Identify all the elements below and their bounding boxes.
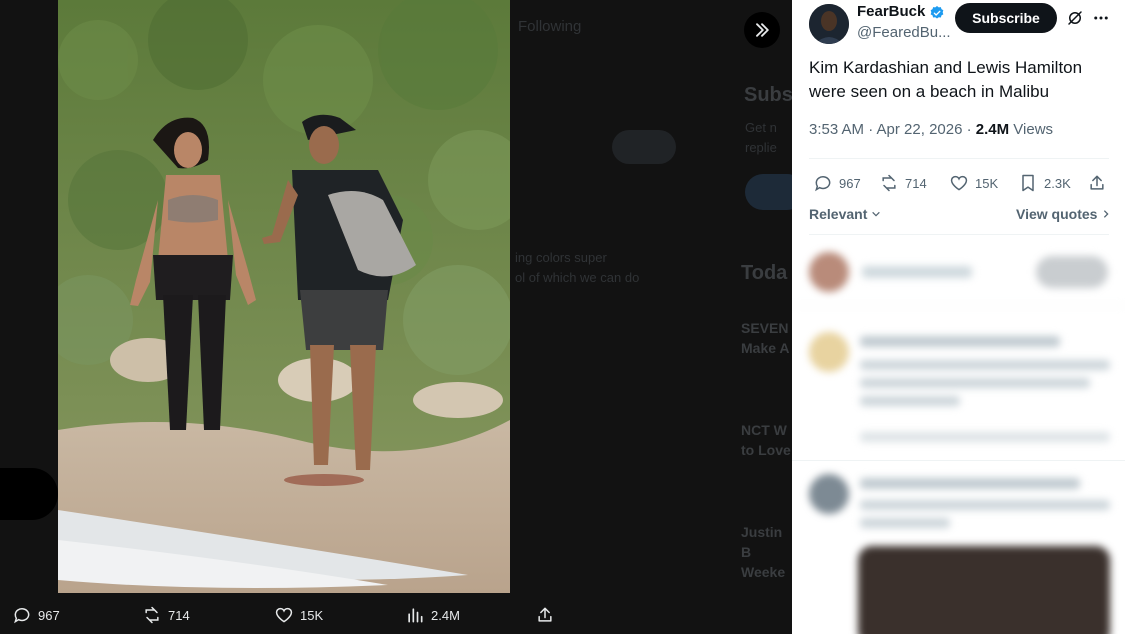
bg-button-pill xyxy=(612,130,676,164)
share-icon xyxy=(1090,175,1104,190)
bg-copy: Get n replie xyxy=(745,120,777,155)
reply-line xyxy=(860,500,1110,510)
like-button[interactable]: 15K xyxy=(949,170,998,196)
analytics-icon xyxy=(408,608,423,623)
tweet-timestamp[interactable]: 3:53 AM · Apr 22, 2026 · xyxy=(809,121,976,138)
reply-line xyxy=(860,518,950,528)
divider xyxy=(809,158,1109,159)
bg-subscribe-pill xyxy=(745,174,792,210)
reply-item[interactable] xyxy=(792,320,1125,460)
reply-composer[interactable] xyxy=(792,238,1125,306)
reply-actions xyxy=(860,432,1110,442)
composer-avatar xyxy=(809,252,849,292)
bg-heading: Subs xyxy=(744,84,792,106)
share-icon xyxy=(538,607,552,622)
bookmark-icon xyxy=(1022,174,1034,192)
view-quotes-label: View quotes xyxy=(1016,206,1098,222)
tweet-text: Kim Kardashian and Lewis Hamilton were s… xyxy=(809,58,1083,101)
media-views-button[interactable]: 2.4M xyxy=(405,596,460,634)
reply-icon xyxy=(815,176,831,192)
heart-icon xyxy=(950,175,968,191)
reply-header xyxy=(860,478,1080,489)
media-views-count: 2.4M xyxy=(431,607,460,623)
tweet-views-count: 2.4M xyxy=(975,121,1010,138)
reply-count: 967 xyxy=(839,175,861,191)
reply-button[interactable]: 967 xyxy=(813,170,861,196)
media-viewer: Subs Toda SEVEN Make A NCT Wto Love Justi… xyxy=(0,0,792,634)
media-reply-count: 967 xyxy=(38,607,60,623)
verified-badge-icon xyxy=(930,6,944,19)
grok-icon[interactable] xyxy=(1066,9,1084,27)
tweet-meta: 3:53 AM · Apr 22, 2026 · 2.4M Views xyxy=(809,121,1053,138)
reply-item[interactable] xyxy=(792,464,1125,634)
media-share-button[interactable] xyxy=(535,596,555,634)
avatar[interactable] xyxy=(809,4,849,44)
reply-header xyxy=(860,336,1060,347)
chevron-right-icon xyxy=(1104,210,1109,218)
bg-fab xyxy=(0,468,58,520)
repost-button[interactable]: 714 xyxy=(879,170,927,196)
media-repost-button[interactable]: 714 xyxy=(142,596,190,634)
share-button[interactable] xyxy=(1087,170,1107,196)
composer-placeholder xyxy=(862,266,972,278)
divider xyxy=(792,460,1125,461)
reply-line xyxy=(860,396,960,406)
bookmark-button[interactable]: 2.3K xyxy=(1018,170,1071,196)
media-like-count: 15K xyxy=(300,607,324,623)
repost-count: 714 xyxy=(905,175,927,191)
reply-media xyxy=(858,546,1110,634)
bg-heading-2: Toda xyxy=(741,262,788,284)
composer-reply-button xyxy=(1036,256,1108,288)
reply-icon xyxy=(14,608,30,624)
media-like-button[interactable]: 15K xyxy=(274,596,323,634)
reply-line xyxy=(860,360,1110,370)
bg-trend-3: Justin B Weeke xyxy=(741,524,786,580)
reply-avatar xyxy=(809,474,849,514)
author-handle[interactable]: @FearedBu... xyxy=(857,24,951,41)
repost-icon xyxy=(145,606,159,624)
chevrons-right-icon xyxy=(756,23,769,37)
divider xyxy=(809,234,1109,235)
collapse-panel-button[interactable] xyxy=(744,12,780,48)
heart-icon xyxy=(275,607,293,623)
reply-sort-label: Relevant xyxy=(809,206,868,222)
bg-trend-1: SEVEN Make A xyxy=(741,320,790,356)
author-name[interactable]: FearBuck xyxy=(857,3,925,20)
post-photo[interactable] xyxy=(58,0,510,593)
bg-trend-2: NCT Wto Love xyxy=(741,422,791,458)
media-repost-count: 714 xyxy=(168,607,190,623)
tweet-views-label: Views xyxy=(1009,121,1054,138)
reply-sort-dropdown[interactable]: Relevant xyxy=(809,206,881,222)
reply-avatar xyxy=(809,332,849,372)
bookmark-count: 2.3K xyxy=(1044,175,1071,191)
chevron-down-icon xyxy=(872,211,881,217)
avatar-image xyxy=(809,4,849,44)
media-reply-button[interactable]: 967 xyxy=(12,596,60,634)
bg-tab: Following xyxy=(518,18,582,35)
media-action-bar: 967 714 15K 2.4M xyxy=(0,596,792,634)
more-options-icon[interactable] xyxy=(1092,9,1110,27)
tweet-detail-panel: FearBuck @FearedBu... Subscribe Kim Kard… xyxy=(792,0,1125,634)
bg-snippet: ing colors super ol of which we can do xyxy=(515,250,640,285)
reply-line xyxy=(860,378,1090,388)
repost-icon xyxy=(882,174,896,192)
view-quotes-link[interactable]: View quotes xyxy=(1016,206,1111,222)
like-count: 15K xyxy=(975,175,999,191)
tweet-actions: 967 714 15K 2.3K xyxy=(809,170,1109,196)
subscribe-button[interactable]: Subscribe xyxy=(955,3,1057,33)
